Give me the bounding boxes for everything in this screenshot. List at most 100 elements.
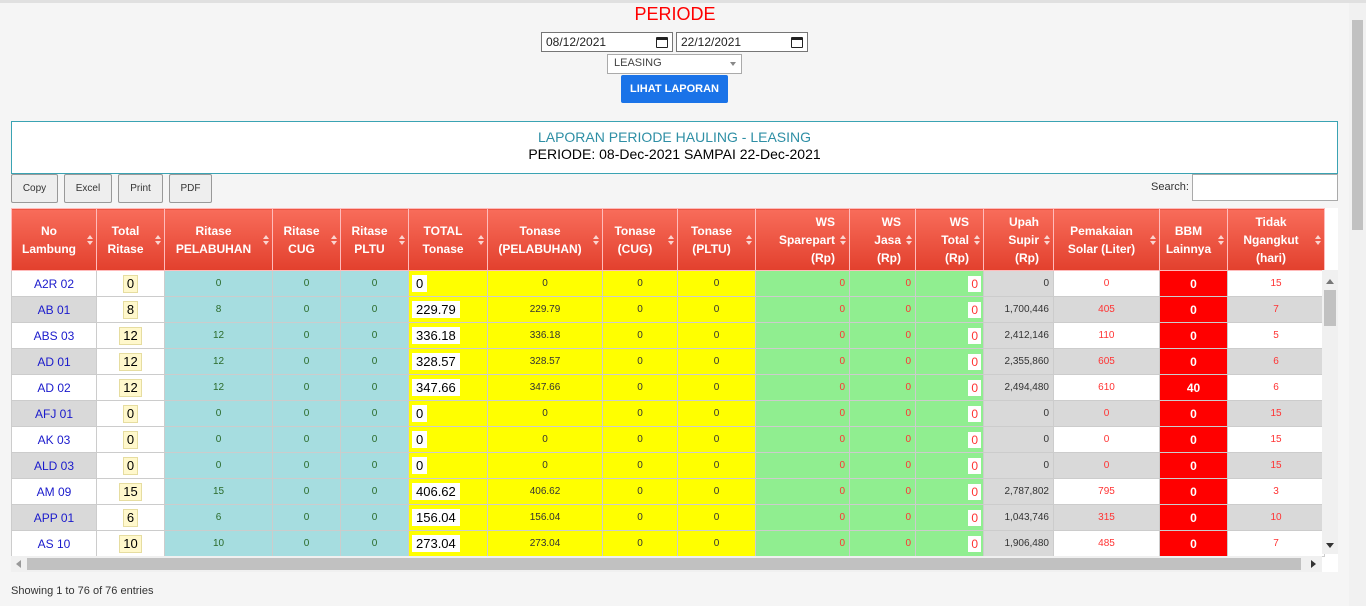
table-row[interactable]: AD 02 12 12 0 0 347.66 347.66 0 0 0 0 0 2,494,480 610… [11,374,1325,401]
table-cell: 2,494,480 [983,374,1054,401]
column-header[interactable]: Upah Supir (Rp) [983,208,1054,271]
sort-icon[interactable] [1044,235,1050,245]
table-cell: 0 [487,452,603,479]
report-period: PERIODE: 08-Dec-2021 SAMPAI 22-Dec-2021 [528,146,821,162]
date-from-input[interactable]: 08/12/2021 [541,32,673,52]
column-header-label: (Rp) [1015,250,1039,265]
sort-icon[interactable] [263,235,269,245]
table-cell: 0 [849,426,916,453]
table-cell: 0 [983,270,1054,297]
column-header[interactable]: Tonase (PLTU) [677,208,756,271]
table-row[interactable]: AD 01 12 12 0 0 328.57 328.57 0 0 0 0 0 2,355,860 605… [11,348,1325,375]
sort-icon[interactable] [746,235,752,245]
column-header-label: Pemakaian [1070,223,1133,238]
column-header[interactable]: WS Sparepart (Rp) [755,208,850,271]
table-cell: 10 [164,530,273,557]
sort-icon[interactable] [87,235,93,245]
scroll-down-arrow-icon[interactable] [1326,543,1334,548]
scroll-right-arrow-icon[interactable] [1311,560,1316,568]
calendar-icon[interactable] [791,36,803,48]
table-cell: 0 [96,400,165,427]
pdf-button[interactable]: PDF [169,174,212,203]
table-cell: 15 [1227,400,1325,427]
table-row[interactable]: APP 01 6 6 0 0 156.04 156.04 0 0 0 0 0 1,043,746 315 0… [11,504,1325,531]
column-header-label: (PLTU) [692,241,731,256]
table-cell: 0 [96,426,165,453]
column-header-label: (Rp) [945,250,969,265]
lihat-laporan-button[interactable]: LIHAT LAPORAN [621,75,728,103]
sort-icon[interactable] [593,235,599,245]
column-header-label: TOTAL [423,223,463,238]
sort-icon[interactable] [906,235,912,245]
table-cell: 0 [164,270,273,297]
table-row[interactable]: AFJ 01 0 0 0 0 0 0 0 0 0 0 0 0 0 0 15 [11,400,1325,427]
sort-icon[interactable] [478,235,484,245]
table-cell: 0 [755,400,850,427]
table-row[interactable]: AM 09 15 15 0 0 406.62 406.62 0 0 0 0 0 2,787,802 795… [11,478,1325,505]
sort-icon[interactable] [331,235,337,245]
column-header[interactable]: Tidak Ngangkut (hari) [1227,208,1325,271]
sort-icon[interactable] [668,235,674,245]
table-cell: 0 [602,452,678,479]
table-cell: 229.79 [408,296,488,323]
table-cell: 0 [915,504,984,531]
table-row[interactable]: ALD 03 0 0 0 0 0 0 0 0 0 0 0 0 0 0 15 [11,452,1325,479]
scroll-left-arrow-icon[interactable] [16,560,21,568]
search-input[interactable] [1192,174,1338,201]
table-cell: ALD 03 [11,452,97,479]
table-cell: 0 [602,374,678,401]
column-header[interactable]: BBM Lainnya [1159,208,1228,271]
table-horizontal-scroll-thumb[interactable] [27,558,1301,570]
table-cell: 405 [1053,296,1160,323]
table-cell: 0 [272,400,341,427]
column-header[interactable]: Tonase (PELABUHAN) [487,208,603,271]
column-header[interactable]: No Lambung [11,208,97,271]
column-header[interactable]: Pemakaian Solar (Liter) [1053,208,1160,271]
table-cell: 0 [1159,478,1228,505]
sort-icon[interactable] [399,235,405,245]
table-cell: 0 [755,348,850,375]
column-header[interactable]: Total Ritase [96,208,165,271]
table-row[interactable]: AB 01 8 8 0 0 229.79 229.79 0 0 0 0 0 1,700,446 405 0 7 [11,296,1325,323]
category-select[interactable]: LEASING [607,54,742,74]
sort-icon[interactable] [974,235,980,245]
table-vertical-scroll-thumb[interactable] [1324,290,1336,326]
column-header-label: No [41,223,57,238]
sort-icon[interactable] [840,235,846,245]
page-scroll-thumb[interactable] [1352,20,1363,230]
table-row[interactable]: AS 10 10 10 0 0 273.04 273.04 0 0 0 0 0 1,906,480 485… [11,530,1325,557]
column-header[interactable]: WS Jasa (Rp) [849,208,916,271]
column-header[interactable]: TOTAL Tonase [408,208,488,271]
table-row[interactable]: A2R 02 0 0 0 0 0 0 0 0 0 0 0 0 0 0 15 [11,270,1325,297]
table-cell: 0 [849,400,916,427]
print-button[interactable]: Print [118,174,163,203]
table-cell: 0 [164,400,273,427]
table-cell: 0 [677,530,756,557]
table-cell: 610 [1053,374,1160,401]
table-cell: 0 [272,374,341,401]
column-header[interactable]: Ritase CUG [272,208,341,271]
date-to-input[interactable]: 22/12/2021 [676,32,808,52]
table-cell: 6 [96,504,165,531]
cell-value: 0 [412,275,428,292]
sort-icon[interactable] [1218,235,1224,245]
table-cell: 0 [272,504,341,531]
excel-button[interactable]: Excel [64,174,112,203]
calendar-icon[interactable] [656,36,668,48]
copy-button[interactable]: Copy [11,174,58,203]
table-row[interactable]: AK 03 0 0 0 0 0 0 0 0 0 0 0 0 0 0 15 [11,426,1325,453]
table-cell: 110 [1053,322,1160,349]
column-header[interactable]: Tonase (CUG) [602,208,678,271]
cell-value: 8 [122,300,139,319]
table-row[interactable]: ABS 03 12 12 0 0 336.18 336.18 0 0 0 0 0 2,412,146 11… [11,322,1325,349]
column-header[interactable]: Ritase PLTU [340,208,409,271]
sort-icon[interactable] [1150,235,1156,245]
table-cell: 0 [849,452,916,479]
table-cell: 0 [602,478,678,505]
column-header[interactable]: WS Total (Rp) [915,208,984,271]
table-cell: 15 [1227,452,1325,479]
sort-icon[interactable] [1315,235,1321,245]
sort-icon[interactable] [155,235,161,245]
column-header[interactable]: Ritase PELABUHAN [164,208,273,271]
scroll-up-arrow-icon[interactable] [1326,279,1334,284]
